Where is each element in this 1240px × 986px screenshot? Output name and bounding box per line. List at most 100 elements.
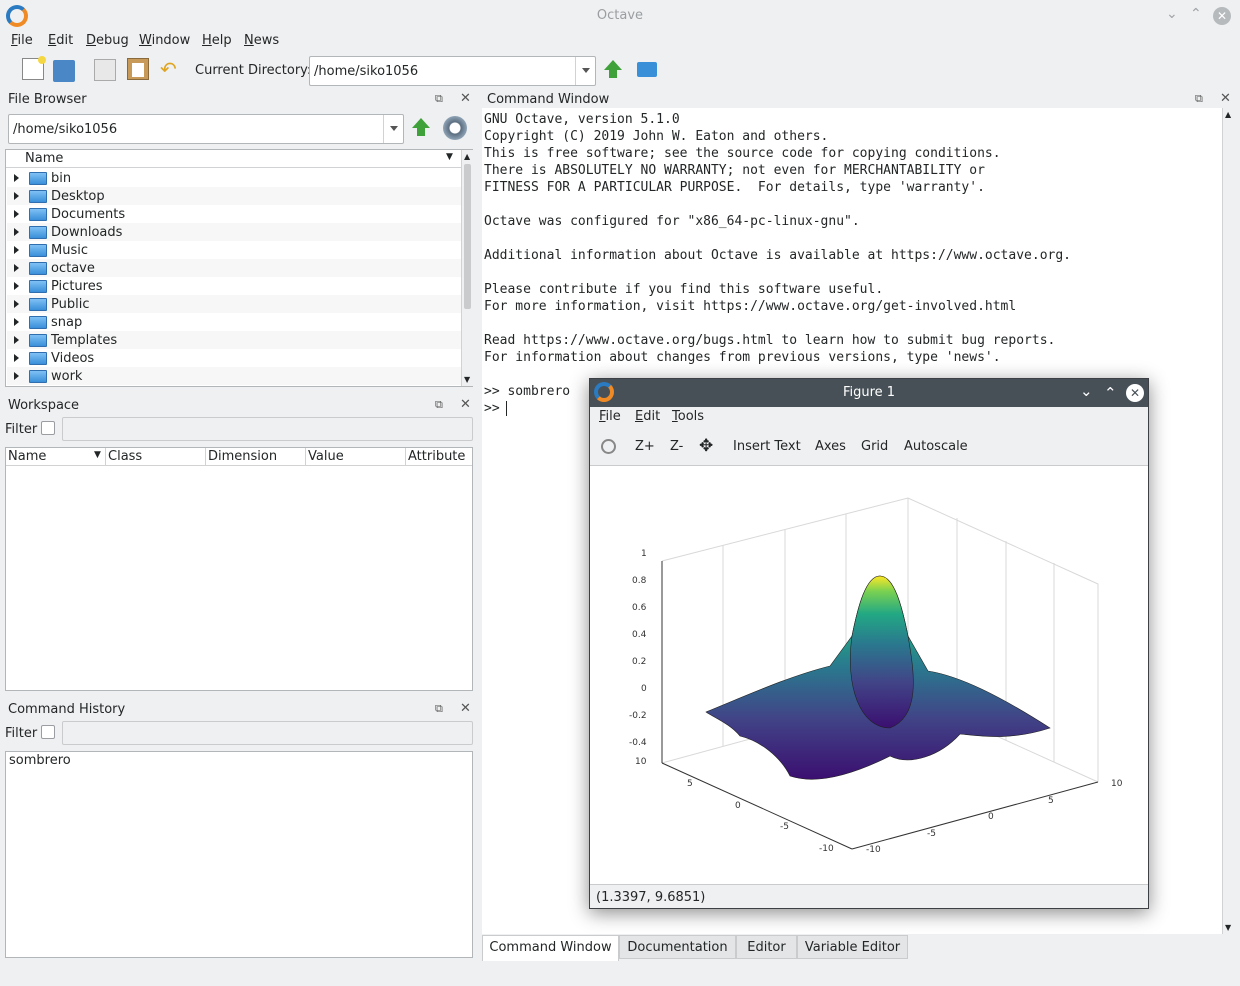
close-panel-icon[interactable]: ✕: [460, 91, 471, 106]
expand-icon[interactable]: [14, 300, 19, 308]
expand-icon[interactable]: [14, 318, 19, 326]
file-browser-header[interactable]: Name ▼: [6, 150, 461, 168]
menu-help[interactable]: Help: [202, 33, 232, 48]
gear-icon[interactable]: [443, 116, 467, 140]
list-item[interactable]: Pictures: [7, 277, 462, 295]
list-item[interactable]: Downloads: [7, 223, 462, 241]
menu-news[interactable]: News: [244, 33, 279, 48]
menu-edit[interactable]: Edit: [48, 33, 73, 48]
close-icon[interactable]: ✕: [1126, 384, 1144, 402]
scroll-up-icon[interactable]: ▲: [464, 152, 470, 161]
zoom-in-button[interactable]: Z+: [635, 439, 655, 454]
tab-documentation[interactable]: Documentation: [619, 935, 736, 959]
column-value-header[interactable]: Value: [308, 449, 344, 464]
close-panel-icon[interactable]: ✕: [460, 701, 471, 716]
pan-icon[interactable]: ✥: [699, 436, 713, 456]
parent-dir-icon[interactable]: [412, 118, 432, 138]
output-line: Octave was configured for "x86_64-pc-lin…: [484, 214, 860, 229]
history-filter-input[interactable]: [62, 721, 473, 745]
folder-icon: [29, 352, 47, 365]
tab-editor[interactable]: Editor: [736, 935, 797, 959]
expand-icon[interactable]: [14, 210, 19, 218]
menu-window[interactable]: Window: [139, 33, 190, 48]
undock-icon[interactable]: ⧉: [435, 398, 443, 412]
list-item[interactable]: work: [7, 367, 462, 385]
insert-text-button[interactable]: Insert Text: [733, 439, 801, 454]
open-folder-icon[interactable]: [53, 60, 75, 82]
command-window-scrollbar[interactable]: ▲ ▼: [1222, 108, 1234, 934]
figure-menu-file[interactable]: File: [599, 409, 621, 424]
undo-icon[interactable]: ↶: [160, 58, 182, 80]
minimize-icon[interactable]: ⌄: [1080, 382, 1093, 400]
maximize-icon[interactable]: ⌃: [1104, 384, 1117, 402]
copy-icon[interactable]: [94, 59, 116, 81]
figure-menu-edit[interactable]: Edit: [635, 409, 660, 424]
expand-icon[interactable]: [14, 192, 19, 200]
z-tick-label: 1: [641, 549, 647, 559]
workspace-filter-checkbox[interactable]: [41, 421, 55, 435]
grid-button[interactable]: Grid: [861, 439, 888, 454]
undock-icon[interactable]: ⧉: [435, 702, 443, 716]
list-item[interactable]: Desktop: [7, 187, 462, 205]
list-item[interactable]: Documents: [7, 205, 462, 223]
undock-icon[interactable]: ⧉: [1195, 92, 1203, 106]
scroll-up-icon[interactable]: ▲: [1225, 110, 1231, 119]
list-item[interactable]: octave: [7, 259, 462, 277]
column-name-header[interactable]: Name: [25, 151, 63, 166]
list-item[interactable]: snap: [7, 313, 462, 331]
history-filter-checkbox[interactable]: [41, 725, 55, 739]
figure-plot-area[interactable]: 1 0.8 0.6 0.4 0.2 0 -0.2 -0.4 10 5 0 -5 …: [590, 465, 1148, 885]
paste-icon[interactable]: [127, 58, 149, 80]
list-item[interactable]: sombrero: [9, 753, 71, 768]
expand-icon[interactable]: [14, 336, 19, 344]
tab-variable-editor[interactable]: Variable Editor: [797, 935, 908, 959]
expand-icon[interactable]: [14, 282, 19, 290]
zoom-out-button[interactable]: Z-: [670, 439, 683, 454]
close-icon[interactable]: ✕: [1213, 7, 1231, 25]
new-script-icon[interactable]: [22, 56, 46, 80]
sort-indicator-icon: ▼: [94, 450, 101, 460]
menu-file[interactable]: File: [11, 33, 33, 48]
list-item[interactable]: Templates: [7, 331, 462, 349]
expand-icon[interactable]: [14, 246, 19, 254]
expand-icon[interactable]: [14, 264, 19, 272]
menu-debug[interactable]: Debug: [86, 33, 129, 48]
output-line: GNU Octave, version 5.1.0: [484, 112, 680, 127]
expand-icon[interactable]: [14, 372, 19, 380]
workspace-filter-input[interactable]: [62, 417, 473, 441]
current-dir-combo[interactable]: /home/siko1056: [309, 56, 596, 86]
tab-command-window[interactable]: Command Window: [482, 935, 619, 961]
list-item[interactable]: Music: [7, 241, 462, 259]
close-panel-icon[interactable]: ✕: [1220, 91, 1231, 106]
list-item[interactable]: bin: [7, 169, 462, 187]
parent-dir-icon[interactable]: [604, 60, 624, 80]
rotate-icon[interactable]: [601, 439, 616, 454]
scroll-thumb[interactable]: [464, 164, 471, 309]
close-panel-icon[interactable]: ✕: [460, 397, 471, 412]
workspace-filter-label: Filter: [5, 422, 38, 437]
expand-icon[interactable]: [14, 228, 19, 236]
list-item[interactable]: Public: [7, 295, 462, 313]
folder-icon: [29, 298, 47, 311]
axes-button[interactable]: Axes: [815, 439, 846, 454]
column-class-header[interactable]: Class: [108, 449, 142, 464]
browse-dir-icon[interactable]: [637, 62, 657, 77]
chevron-down-icon[interactable]: [383, 115, 403, 143]
column-attribute-header[interactable]: Attribute: [408, 449, 465, 464]
output-line: Additional information about Octave is a…: [484, 248, 1071, 263]
list-item[interactable]: Videos: [7, 349, 462, 367]
column-dimension-header[interactable]: Dimension: [208, 449, 277, 464]
expand-icon[interactable]: [14, 354, 19, 362]
scroll-down-icon[interactable]: ▼: [1225, 923, 1231, 932]
autoscale-button[interactable]: Autoscale: [904, 439, 968, 454]
undock-icon[interactable]: ⧉: [435, 92, 443, 106]
figure-menu-tools[interactable]: Tools: [672, 409, 704, 424]
column-name-header[interactable]: Name: [8, 449, 46, 464]
expand-icon[interactable]: [14, 174, 19, 182]
maximize-icon[interactable]: ⌃: [1190, 6, 1202, 22]
scroll-down-icon[interactable]: ▼: [464, 375, 470, 384]
minimize-icon[interactable]: ⌄: [1166, 6, 1178, 22]
file-browser-path-combo[interactable]: /home/siko1056: [8, 114, 404, 144]
chevron-down-icon[interactable]: [575, 57, 595, 85]
file-browser-scrollbar[interactable]: ▲ ▼: [461, 150, 473, 386]
